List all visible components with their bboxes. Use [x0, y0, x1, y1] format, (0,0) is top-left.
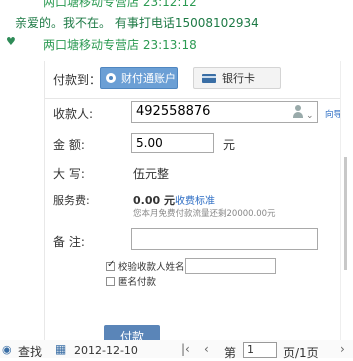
amount-input[interactable]: 5.00 — [131, 133, 214, 153]
date-label: 2012-12-10 — [74, 344, 138, 357]
verify-name-checkbox[interactable] — [106, 259, 115, 271]
capital-label: 大 写: — [53, 167, 85, 181]
tab-bank-label: 银行卡 — [222, 72, 255, 85]
chevron-down-icon: ⌄ — [306, 111, 314, 121]
payment-panel: 付款到： 财付通账户 银行卡 收款人: 492558876 ⌄ 向导 金 额: … — [44, 61, 342, 358]
find-label[interactable]: 查找 — [18, 343, 42, 360]
page-number-value: 1 — [247, 343, 254, 356]
payee-label: 收款人: — [53, 107, 94, 121]
anonymous-checkbox[interactable] — [106, 277, 115, 286]
heart-icon: ♥ — [6, 35, 16, 48]
note-input[interactable] — [131, 228, 318, 250]
payee-name-input[interactable] — [185, 258, 276, 274]
amount-unit: 元 — [223, 138, 236, 152]
next-page-icon[interactable]: › — [340, 342, 345, 356]
chat-sender-header: 两口塘移动专营店 23:13:18 — [43, 38, 197, 52]
contact-picker-button[interactable]: ⌄ — [291, 104, 315, 121]
pay-to-label: 付款到： — [53, 73, 102, 87]
capital-value: 伍元整 — [133, 167, 170, 181]
divider — [45, 98, 341, 99]
radio-selected-icon — [106, 73, 116, 83]
first-page-icon[interactable]: |‹ — [181, 342, 190, 356]
page-number-input[interactable]: 1 — [243, 342, 277, 358]
verify-name-label: 校验收款人姓名 — [118, 262, 185, 273]
tab-bank-card[interactable]: 银行卡 — [193, 67, 281, 89]
bank-card-icon — [202, 74, 216, 83]
service-fee-value: 0.00 元 — [133, 194, 175, 207]
note-label: 备 注: — [53, 235, 85, 249]
chat-sender-header: 两口塘移动专营店 23:12:12 — [43, 0, 197, 9]
tab-tenpay-account[interactable]: 财付通账户 — [100, 67, 178, 89]
calendar-icon[interactable]: ▦ — [55, 342, 66, 356]
page-suffix: 页/1页 — [283, 346, 319, 360]
amount-label: 金 额: — [53, 138, 85, 152]
search-icon[interactable]: ◉ — [2, 343, 12, 356]
anonymous-label: 匿名付款 — [118, 277, 157, 288]
fee-quota-note: 您本月免费付款流量还剩20000.00元 — [133, 209, 276, 219]
prev-page-icon[interactable]: ‹ — [204, 342, 209, 356]
amount-value: 5.00 — [136, 136, 163, 150]
chat-history: 两口塘移动专营店 23:12:12 亲爱的。我不在。 有事打电话15008102… — [0, 0, 353, 60]
fee-standard-link[interactable]: 收费标准 — [175, 192, 215, 207]
payee-input[interactable]: 492558876 ⌄ — [131, 101, 318, 123]
payee-value: 492558876 — [136, 104, 211, 119]
scrollbar-thumb[interactable] — [344, 157, 347, 270]
service-fee-label: 服务费: — [53, 194, 90, 207]
page-prefix: 第 — [224, 346, 237, 360]
user-icon-body — [293, 112, 303, 118]
tab-tenpay-label: 财付通账户 — [121, 72, 176, 85]
chat-message: 亲爱的。我不在。 有事打电话15008102934 — [15, 16, 259, 30]
user-icon — [295, 105, 301, 111]
